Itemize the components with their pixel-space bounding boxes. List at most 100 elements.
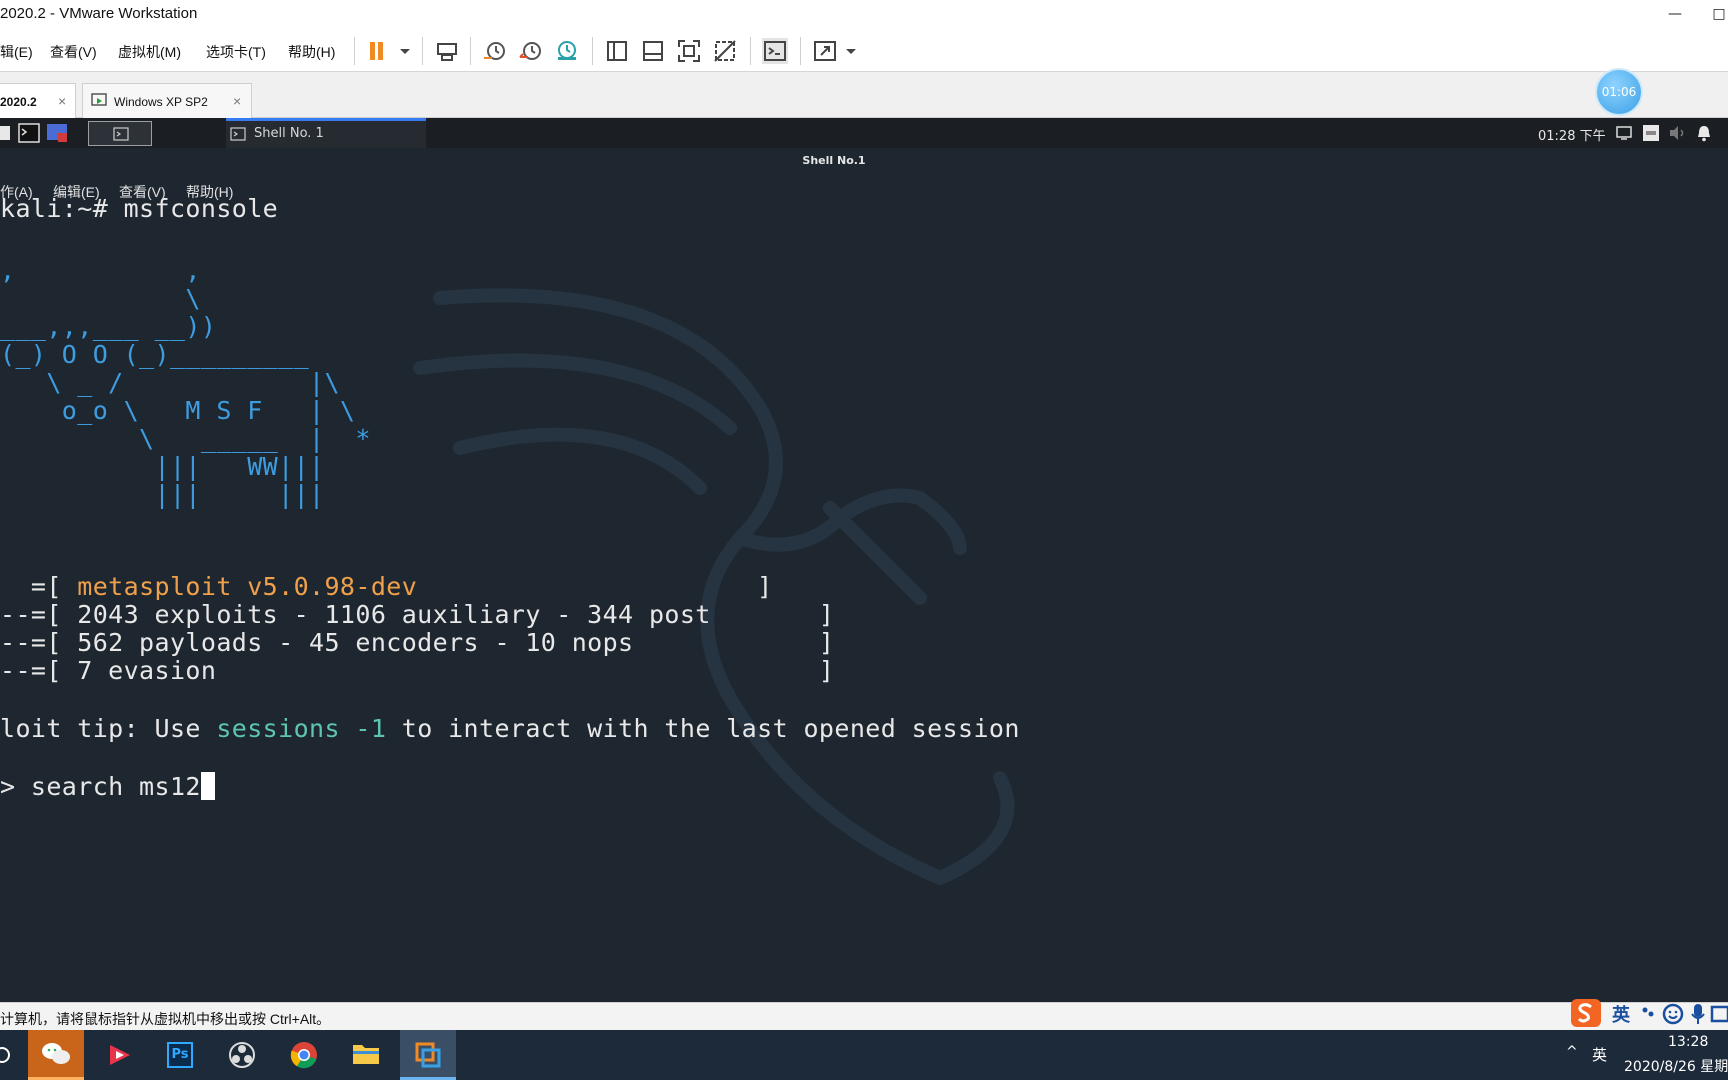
menu-edit[interactable]: 辑(E) [0,42,33,62]
ascii-art-line: \ [0,284,201,313]
menu-vm[interactable]: 虚拟机(M) [118,42,181,62]
snapshot-manager-icon[interactable] [554,38,580,64]
vmware-title-bar: 2020.2 - VMware Workstation — □ [0,0,1728,30]
tab-label: Windows XP SP2 [114,95,208,109]
revert-snapshot-icon[interactable] [518,38,544,64]
banner-line-version: =[ metasploit v5.0.98-dev ] [0,572,773,601]
ime-menu-icon[interactable] [1710,1004,1728,1024]
punctuation-icon[interactable] [1640,1004,1656,1024]
search-icon[interactable] [0,1045,12,1065]
ascii-art-line: \ _ / |\ [0,368,340,397]
tip-command: sessions -1 [216,714,387,743]
ime-toolbar[interactable]: 英 [1568,996,1728,1030]
microphone-icon[interactable] [1690,1002,1706,1026]
menu-help[interactable]: 帮助(H) [288,42,335,62]
volume-muted-icon[interactable] [1668,125,1686,141]
metasploit-version: metasploit v5.0.98-dev [77,572,418,601]
photoshop-icon: Ps [167,1042,193,1068]
app-menu-icon[interactable] [0,126,10,140]
pause-icon[interactable] [364,38,390,64]
tab-close-button[interactable]: × [233,93,241,109]
prompt-line: kali:~# msfconsole [0,194,279,223]
fullscreen-icon[interactable] [676,38,702,64]
toolbar-separator [750,37,751,65]
snapshot-icon[interactable] [482,38,508,64]
tray-date[interactable]: 2020/8/26 星期 [1624,1056,1728,1076]
toolbar-separator [800,37,801,65]
vm-tabs-row: 2020.2 × Windows XP SP2 × [0,72,1728,118]
obs-icon [229,1042,255,1068]
command-input-line[interactable]: > search ms12 [0,772,215,801]
media-player-icon [110,1045,130,1065]
tab-kali[interactable]: 2020.2 × [0,83,76,118]
terminal-icon [230,127,246,141]
workspace-switcher-icon[interactable] [46,123,68,143]
dropdown-icon[interactable] [392,38,418,64]
console-view-icon[interactable] [762,38,788,64]
tip-line: loit tip: Use sessions -1 to interact wi… [0,714,1020,743]
send-ctrl-alt-del-icon[interactable] [434,38,460,64]
file-explorer-icon [353,1045,379,1064]
sogou-ime-icon[interactable] [1570,998,1602,1028]
notification-bell-icon[interactable] [1696,124,1712,142]
tip-suffix: to interact with the last opened session [386,714,1020,743]
chrome-icon [290,1042,317,1069]
kali-top-panel: Shell No. 1 01:28 下午 [0,118,1728,148]
menu-tabs[interactable]: 选项卡(T) [206,42,266,62]
taskbar-app-chrome[interactable] [276,1030,332,1080]
emoji-icon[interactable] [1662,1003,1684,1025]
tab-windows-xp[interactable]: Windows XP SP2 × [82,83,252,118]
window-title: 2020.2 - VMware Workstation [0,5,198,22]
timer-badge: 01:06 [1595,68,1643,116]
taskbar-app-vmware[interactable] [400,1030,456,1080]
minimize-button[interactable]: — [1660,2,1690,26]
ascii-art-line: \ _____ | * [0,424,371,453]
taskbar-app-file-explorer[interactable] [338,1030,394,1080]
tray-input-language[interactable]: 英 [1592,1044,1607,1065]
terminal-launcher-icon[interactable] [18,123,40,143]
unity-icon[interactable] [712,38,738,64]
toolbar-separator [354,37,355,65]
windows-taskbar: Ps ^ 英 13:28 2020/8/26 星期 [0,1030,1728,1080]
vmware-status-bar: 计算机，请将鼠标指针从虚拟机中移出或按 Ctrl+Alt。 [0,1002,1728,1030]
tip-prefix: loit tip: Use [0,714,217,743]
tab-close-button[interactable]: × [58,93,66,109]
banner-line-evasion: --=[ 7 evasion ] [0,656,835,685]
maximize-button[interactable]: □ [1704,2,1728,26]
taskbar-task-shell[interactable]: Shell No. 1 [226,118,426,148]
stretch-icon[interactable] [812,38,838,64]
taskbar-app-photoshop[interactable]: Ps [152,1030,208,1080]
ascii-art-line: , , [0,256,201,285]
show-library-icon[interactable] [604,38,630,64]
wechat-icon [42,1043,70,1064]
menu-view[interactable]: 查看(V) [50,42,97,62]
status-message: 计算机，请将鼠标指针从虚拟机中移出或按 Ctrl+Alt。 [0,1011,331,1027]
toolbar-separator [470,37,471,65]
banner-line-payloads: --=[ 562 payloads - 45 encoders - 10 nop… [0,628,835,657]
taskbar-app-wechat[interactable] [28,1030,84,1080]
toolbar-separator [592,37,593,65]
workspace-thumbnail[interactable] [88,121,152,146]
keyboard-layout-icon[interactable] [1642,124,1660,142]
ascii-art-line: ||| ||| [0,480,325,509]
banner-prefix: =[ [0,572,78,601]
task-label: Shell No. 1 [254,126,324,141]
ime-language-label[interactable]: 英 [1612,1001,1630,1027]
text-cursor [200,772,215,800]
stretch-dropdown-icon[interactable] [838,38,864,64]
ascii-art-line: ||| WW||| [0,452,325,481]
taskbar-app-media-player[interactable] [90,1030,146,1080]
terminal-window[interactable]: Shell No.1 作(A) 编辑(E) 查看(V) 帮助(H) kali:~… [0,148,1728,1002]
ascii-art-line: (_) O O (_)_________ [0,340,310,369]
show-thumbnail-icon[interactable] [640,38,666,64]
tray-overflow-button[interactable]: ^ [1566,1044,1578,1060]
vmware-menubar: 辑(E) 查看(V) 虚拟机(M) 选项卡(T) 帮助(H) [0,30,1728,72]
screen-icon[interactable] [1616,126,1632,140]
kali-clock[interactable]: 01:28 下午 [1538,125,1606,144]
taskbar-app-obs[interactable] [214,1030,270,1080]
terminal-title: Shell No.1 [802,154,866,167]
tab-label: 2020.2 [0,95,37,109]
banner-suffix: ] [417,572,773,601]
banner-line-exploits: --=[ 2043 exploits - 1106 auxiliary - 34… [0,600,835,629]
tray-time[interactable]: 13:28 [1668,1034,1708,1050]
